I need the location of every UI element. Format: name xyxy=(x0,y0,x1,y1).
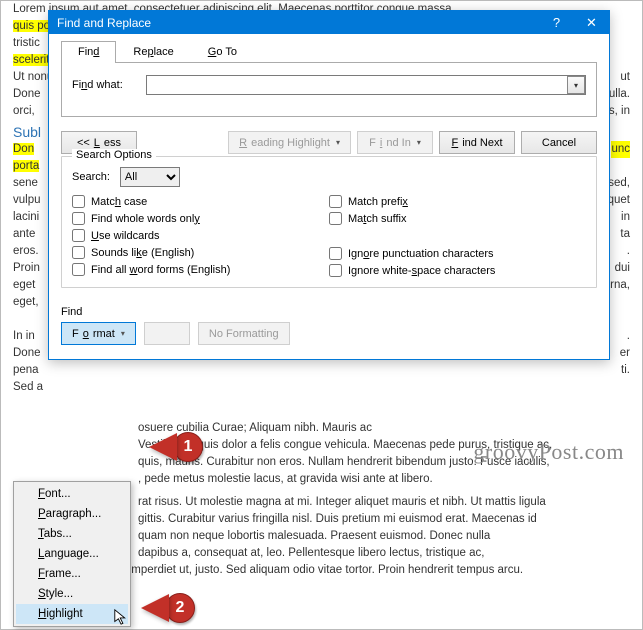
find-what-input[interactable] xyxy=(146,75,586,95)
checkbox-sounds-like-english-[interactable]: Sounds like (English) xyxy=(72,246,329,259)
checkbox-label: Find all word forms (English) xyxy=(91,264,230,276)
tab-goto[interactable]: Go To xyxy=(191,41,254,63)
find-history-dropdown[interactable]: ▾ xyxy=(567,76,585,94)
checkbox-ignore-punctuation-characters[interactable]: Ignore punctuation characters xyxy=(329,247,586,260)
doc-text: tristic xyxy=(13,37,40,49)
checkbox-input[interactable] xyxy=(72,195,85,208)
find-next-button[interactable]: Find Next xyxy=(439,131,515,154)
callout-number: 2 xyxy=(165,593,195,623)
dialog-tabs: Find Replace Go To xyxy=(61,40,597,63)
format-menu-item-highlight[interactable]: Highlight xyxy=(16,604,128,624)
checkbox-ignore-white-space-characters[interactable]: Ignore white-space characters xyxy=(329,264,586,277)
no-formatting-button[interactable]: No Formatting xyxy=(198,322,290,345)
search-options-label: Search Options xyxy=(72,149,156,161)
reading-highlight-button[interactable]: Reading Highlight xyxy=(228,131,351,154)
checkbox-label: Find whole words only xyxy=(91,213,200,225)
format-menu-item-font[interactable]: Font... xyxy=(16,484,128,504)
format-menu-item-paragraph[interactable]: Paragraph... xyxy=(16,504,128,524)
format-button[interactable]: Format xyxy=(61,322,136,345)
checkbox-input[interactable] xyxy=(329,264,342,277)
format-menu-item-frame[interactable]: Frame... xyxy=(16,564,128,584)
close-button[interactable]: ✕ xyxy=(574,11,609,34)
checkbox-input[interactable] xyxy=(72,229,85,242)
checkbox-input[interactable] xyxy=(329,247,342,260)
checkbox-input[interactable] xyxy=(72,263,85,276)
find-and-replace-dialog: Find and Replace ? ✕ Find Replace Go To … xyxy=(48,10,610,360)
help-button[interactable]: ? xyxy=(539,11,574,34)
checkbox-input[interactable] xyxy=(329,212,342,225)
format-menu-item-style[interactable]: Style... xyxy=(16,584,128,604)
checkbox-input[interactable] xyxy=(72,246,85,259)
checkbox-find-all-word-forms-english-[interactable]: Find all word forms (English) xyxy=(72,263,329,276)
cancel-button[interactable]: Cancel xyxy=(521,131,597,154)
tab-find[interactable]: Find xyxy=(61,41,116,63)
checkbox-input[interactable] xyxy=(72,212,85,225)
tab-replace[interactable]: Replace xyxy=(116,41,190,63)
checkbox-match-prefix[interactable]: Match prefix xyxy=(329,195,586,208)
format-menu-item-language[interactable]: Language... xyxy=(16,544,128,564)
checkbox-use-wildcards[interactable]: Use wildcards xyxy=(72,229,329,242)
checkbox-label: Use wildcards xyxy=(91,230,159,242)
checkbox-label: Ignore punctuation characters xyxy=(348,248,494,260)
callout-number: 1 xyxy=(173,432,203,462)
annotation-callout-1: 1 xyxy=(149,432,203,462)
search-direction-label: Search: xyxy=(72,171,110,183)
checkbox-find-whole-words-only[interactable]: Find whole words only xyxy=(72,212,329,225)
find-what-label: Find what: xyxy=(72,79,132,91)
checkbox-label: Match prefix xyxy=(348,196,408,208)
dialog-title: Find and Replace xyxy=(57,16,539,30)
annotation-callout-2: 2 xyxy=(141,593,195,623)
checkbox-label: Sounds like (English) xyxy=(91,247,194,259)
checkbox-label: Match suffix xyxy=(348,213,407,225)
dialog-titlebar[interactable]: Find and Replace ? ✕ xyxy=(49,11,609,34)
mouse-cursor-icon xyxy=(113,608,131,626)
checkbox-label: Ignore white-space characters xyxy=(348,265,495,277)
find-in-button[interactable]: Find In xyxy=(357,131,433,154)
checkbox-match-suffix[interactable]: Match suffix xyxy=(329,212,586,225)
special-button-disabled xyxy=(144,322,190,345)
find-section-label: Find xyxy=(61,306,82,318)
doc-highlighted-text: scelerit xyxy=(13,54,49,66)
checkbox-label: Match case xyxy=(91,196,147,208)
checkbox-match-case[interactable]: Match case xyxy=(72,195,329,208)
search-direction-select[interactable]: All xyxy=(120,167,180,187)
format-menu-item-tabs[interactable]: Tabs... xyxy=(16,524,128,544)
checkbox-input[interactable] xyxy=(329,195,342,208)
format-context-menu: Font...Paragraph...Tabs...Language...Fra… xyxy=(13,481,131,627)
